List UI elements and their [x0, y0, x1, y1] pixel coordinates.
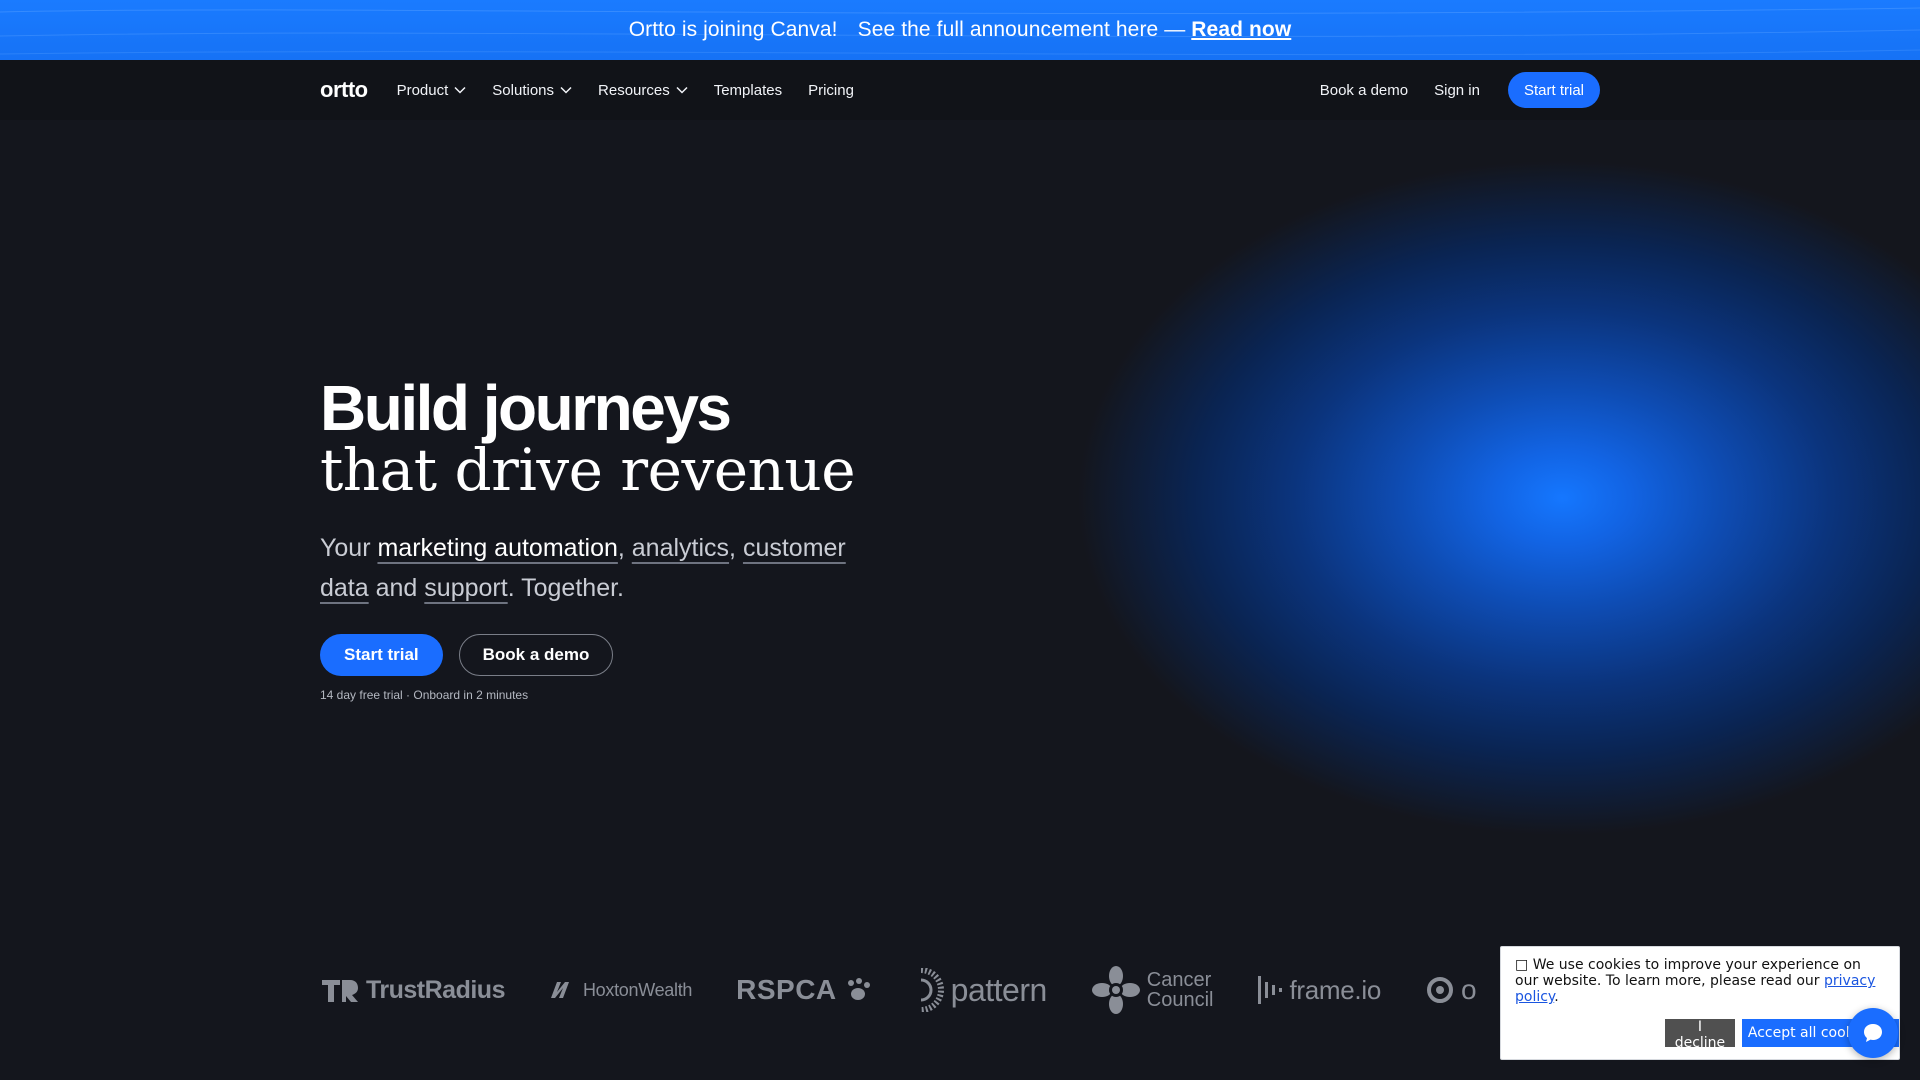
cookie-text: We use cookies to improve your experienc… [1515, 957, 1861, 989]
cookie-text-end: . [1554, 989, 1559, 1005]
subtitle-text: and [375, 574, 418, 602]
logo-text: HoxtonWealth [582, 979, 693, 1000]
logo-text: o [1461, 974, 1477, 1005]
hoxton-icon [550, 982, 569, 998]
nav-item-pricing[interactable]: Pricing [808, 82, 854, 99]
trustradius-icon [322, 980, 358, 1002]
start-trial-nav-button[interactable]: Start trial [1507, 72, 1600, 108]
ortto-logo[interactable]: ortto [320, 77, 368, 103]
subtitle-comma: , [617, 534, 625, 562]
announcement-text: Ortto is joining Canva! [628, 18, 838, 41]
book-demo-link[interactable]: Book a demo [1320, 82, 1408, 99]
hero-title-line2: that drive revenue [320, 436, 856, 504]
nav-item-label: Solutions [492, 81, 555, 99]
marketing-automation-link[interactable]: marketing automation [377, 534, 617, 562]
hero-subtitle: Your marketing automation, analytics, cu… [320, 528, 860, 608]
logo-text: pattern [950, 971, 1048, 1008]
chevron-down-icon [454, 86, 466, 94]
customer-logos-strip: TrustRadius HoxtonWealth RSPCA pattern C… [320, 960, 1500, 1020]
circle-logo-icon [1427, 977, 1453, 1003]
read-now-link[interactable]: Read now [1191, 18, 1291, 41]
frameio-logo: frame.io [1257, 974, 1381, 1006]
nav-item-solutions[interactable]: Solutions [492, 82, 572, 99]
daffodil-icon [1091, 966, 1140, 1014]
nav-item-resources[interactable]: Resources [598, 82, 688, 99]
trial-note: 14 day free trial · Onboard in 2 minutes [320, 688, 529, 702]
nav-item-label: Resources [598, 81, 670, 99]
logo-text: Council [1146, 989, 1214, 1011]
frameio-icon [1258, 976, 1283, 1004]
decline-cookies-button[interactable]: I decline [1665, 1019, 1735, 1051]
analytics-link[interactable]: analytics [632, 534, 729, 562]
support-link[interactable]: support [424, 574, 507, 602]
nav-item-label: Pricing [808, 81, 854, 99]
cancer-council-logo: Cancer Council [1091, 966, 1214, 1014]
book-demo-button[interactable]: Book a demo [458, 634, 614, 676]
logo-text: RSPCA [736, 974, 837, 1005]
partial-logo: o [1425, 974, 1477, 1006]
announcement-bar: Ortto is joining Canva! See the full ann… [0, 0, 1920, 60]
logo-text: Cancer [1146, 969, 1212, 991]
cookie-icon: □ [1515, 957, 1529, 973]
logo-text: TrustRadius [366, 975, 505, 1004]
chat-bubble-icon [1864, 1024, 1882, 1042]
chevron-down-icon [560, 86, 572, 94]
chat-widget-button[interactable] [1848, 1008, 1898, 1058]
chevron-down-icon [676, 86, 688, 94]
logo-text: frame.io [1289, 974, 1381, 1005]
top-navigation: ortto Product Solutions Resources Templa… [0, 60, 1920, 120]
nav-item-templates[interactable]: Templates [714, 82, 782, 99]
trustradius-logo: TrustRadius [320, 976, 505, 1005]
page: Ortto is joining Canva! See the full ann… [0, 0, 1920, 1080]
rspca-logo: RSPCA [736, 974, 873, 1006]
hero-section: Build journeys that drive revenue Your m… [320, 372, 1100, 702]
pattern-icon [920, 968, 944, 1012]
paw-print-icon [847, 978, 870, 1000]
pattern-logo: pattern [917, 968, 1047, 1012]
start-trial-button[interactable]: Start trial [320, 634, 443, 676]
subtitle-text: . Together. [507, 574, 624, 602]
sign-in-link[interactable]: Sign in [1434, 82, 1480, 99]
hero-title-line1: Build journeys [320, 372, 732, 444]
subtitle-text: Your [320, 534, 371, 562]
subtitle-comma: , [729, 534, 736, 562]
hoxtonwealth-logo: HoxtonWealth [549, 980, 692, 1001]
nav-item-product[interactable]: Product [397, 82, 467, 99]
nav-item-label: Product [396, 81, 449, 99]
cookie-banner: □ We use cookies to improve your experie… [1500, 946, 1900, 1060]
nav-item-label: Templates [713, 81, 783, 99]
announcement-subtext: See the full announcement here — [857, 18, 1186, 41]
